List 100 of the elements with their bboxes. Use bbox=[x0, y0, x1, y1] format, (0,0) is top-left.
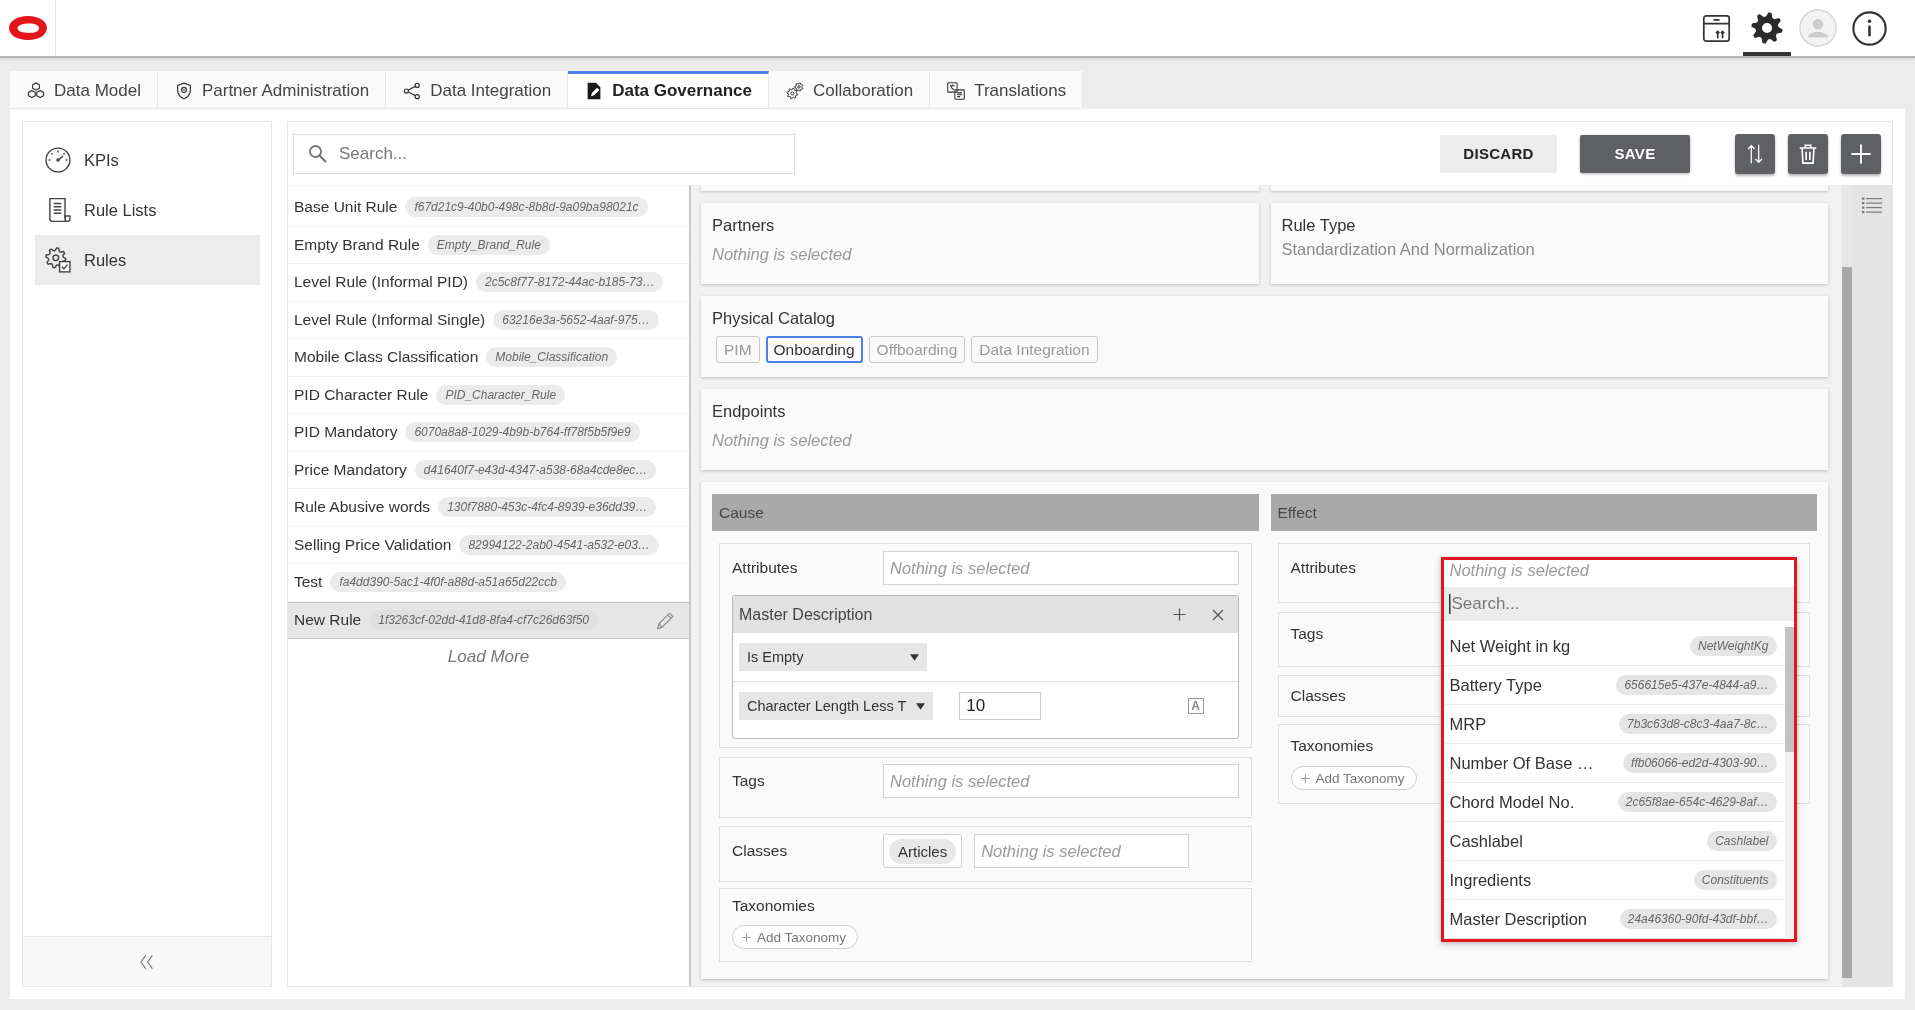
field-label: Attributes bbox=[732, 558, 799, 578]
tab[interactable]: Translations bbox=[930, 71, 1084, 109]
avatar-icon bbox=[1799, 9, 1837, 47]
rule-item[interactable]: Selling Price Validation 82994122-2ab0-4541-a532-e03… bbox=[288, 526, 689, 564]
id-tag: 130f7880-453c-4fc4-8939-e36dd39… bbox=[438, 497, 657, 518]
rule-item[interactable]: Base Unit Rule f67d21c9-40b0-498c-8b8d-9a09ba98021c bbox=[288, 189, 689, 227]
id-tag: Cashlabel bbox=[1707, 831, 1777, 851]
id-tag: 24a46360-90fd-43df-bbf… bbox=[1619, 909, 1777, 929]
list-icon[interactable] bbox=[1862, 197, 1882, 214]
app-logo bbox=[7, 15, 48, 41]
text-case-toggle[interactable]: A bbox=[1187, 698, 1204, 714]
id-tag: 6070a8a8-1029-4b9b-b764-ff78f5b5f9e9 bbox=[405, 422, 640, 443]
field-label: Taxonomies bbox=[732, 897, 815, 914]
field-label: Physical Catalog bbox=[712, 308, 835, 328]
id-tag: 656615e5-437e-4844-a9… bbox=[1616, 675, 1777, 695]
id-tag: PID_Character_Rule bbox=[436, 384, 566, 405]
plus-icon[interactable] bbox=[1172, 608, 1186, 621]
add-button[interactable] bbox=[1841, 133, 1881, 174]
double-chevron-icon bbox=[139, 952, 155, 971]
section-header: Effect bbox=[1270, 494, 1817, 531]
share-icon bbox=[403, 82, 422, 100]
field-label: Tags bbox=[1290, 625, 1324, 642]
section-header: Cause bbox=[712, 494, 1259, 531]
field-label: Tags bbox=[732, 771, 766, 791]
save-button[interactable]: SAVE bbox=[1580, 134, 1690, 173]
attribute-dropdown[interactable] bbox=[1440, 557, 1797, 942]
id-tag: 82994122-2ab0-4541-a532-e03… bbox=[459, 534, 659, 555]
rule-item[interactable]: PID Character Rule PID_Character_Rule bbox=[288, 376, 689, 414]
dropdown-option[interactable]: Net Weight in kg NetWeightKg bbox=[1443, 627, 1785, 666]
plus-icon bbox=[1850, 142, 1872, 165]
rule-item[interactable]: Rule Abusive words 130f7880-453c-4fc4-8939-e36dd39… bbox=[288, 489, 689, 527]
dropdown-option[interactable]: Cashlabel Cashlabel bbox=[1443, 822, 1785, 861]
tab[interactable]: Collaboration bbox=[769, 71, 931, 109]
field-label: Classes bbox=[1290, 687, 1346, 704]
id-tag: d41640f7-e43d-4347-a538-68a4cde8ec… bbox=[414, 459, 657, 480]
rule-item[interactable]: New Rule 1f3263cf-02dd-41d8-8fa4-cf7c26d63f50 bbox=[288, 601, 689, 639]
nav-item[interactable]: Rules bbox=[35, 235, 260, 285]
settings-icon bbox=[1751, 12, 1783, 44]
rule-item[interactable]: Test fa4dd390-5ac1-4f0f-a88d-a51a65d22ccb bbox=[288, 564, 689, 602]
field-label: Partners bbox=[712, 215, 775, 235]
gears-icon bbox=[786, 82, 804, 100]
plus-icon bbox=[742, 932, 751, 942]
value-input[interactable]: 10 bbox=[959, 692, 1042, 720]
scrollbar[interactable] bbox=[1784, 627, 1794, 939]
id-tag: 2c65f8ae-654c-4629-8af… bbox=[1617, 792, 1777, 812]
id-tag: Empty_Brand_Rule bbox=[427, 234, 550, 255]
translate-icon bbox=[947, 82, 966, 100]
delete-button[interactable] bbox=[1788, 133, 1828, 174]
id-tag: 7b3c63d8-c8c3-4aa7-8c… bbox=[1619, 714, 1777, 734]
field-label: Classes bbox=[732, 841, 789, 861]
load-more-link[interactable]: Load More bbox=[447, 647, 530, 667]
dropdown-option[interactable]: Number Of Base … ffb06066-ed2d-4303-90… bbox=[1443, 744, 1785, 783]
id-tag: 63216e3a-5652-4aaf-975… bbox=[493, 309, 659, 330]
id-tag: Constituents bbox=[1693, 870, 1777, 890]
id-tag: 2c5c8f77-8172-44ac-b185-73… bbox=[476, 272, 664, 293]
catalog-chip[interactable]: Onboarding bbox=[765, 336, 863, 363]
dropdown-option[interactable]: MRP 7b3c63d8-c8c3-4aa7-8c… bbox=[1443, 705, 1785, 744]
tab[interactable]: Data Model bbox=[10, 71, 158, 109]
rule-item[interactable]: Level Rule (Informal PID) 2c5c8f77-8172-44ac-b185-73… bbox=[288, 264, 689, 302]
search-icon bbox=[308, 144, 327, 163]
add-taxonomy-button[interactable]: Add Taxonomy bbox=[732, 925, 859, 949]
rule-item[interactable]: Mobile Class Classification Mobile_Classification bbox=[288, 339, 689, 377]
cubes-icon bbox=[27, 82, 45, 100]
scrollbar[interactable] bbox=[1842, 185, 1852, 986]
dropdown-option[interactable]: Chord Model No. 2c65f8ae-654c-4629-8af… bbox=[1443, 783, 1785, 822]
gear-icon bbox=[45, 247, 71, 273]
tab[interactable]: Data Governance bbox=[568, 71, 769, 109]
tab[interactable]: Partner Administration bbox=[157, 71, 387, 109]
rule-item[interactable]: PID Mandatory 6070a8a8-1029-4b9b-b764-ff78f5b5f9e9 bbox=[288, 414, 689, 452]
plus-icon bbox=[1300, 773, 1310, 783]
rule-item[interactable]: Empty Brand Rule Empty_Brand_Rule bbox=[288, 226, 689, 264]
dropdown-option[interactable]: Master Description 24a46360-90fd-43df-bbf… bbox=[1443, 900, 1785, 939]
id-tag: NetWeightKg bbox=[1690, 636, 1777, 656]
attribute-name: Master Description bbox=[739, 605, 873, 624]
dropdown-option[interactable]: Ingredients Constituents bbox=[1443, 861, 1785, 900]
discard-button[interactable]: DISCARD bbox=[1440, 134, 1557, 173]
rule-item[interactable]: Level Rule (Informal Single) 63216e3a-5652-4aaf-975… bbox=[288, 301, 689, 339]
operator-select[interactable]: Is Empty bbox=[739, 643, 927, 671]
nav-item[interactable]: KPIs bbox=[35, 135, 260, 185]
dropdown-option[interactable]: Battery Type 656615e5-437e-4844-a9… bbox=[1443, 666, 1785, 705]
caret-icon bbox=[910, 653, 919, 661]
pencil-icon[interactable] bbox=[656, 610, 675, 630]
add-taxonomy-button[interactable]: Add Taxonomy bbox=[1290, 766, 1417, 790]
id-tag: ffb06066-ed2d-4303-90… bbox=[1623, 753, 1777, 773]
gauge-icon bbox=[45, 147, 71, 173]
shield-icon bbox=[174, 82, 193, 100]
value-text: Standardization And Normalization bbox=[1281, 239, 1535, 259]
close-icon[interactable] bbox=[1211, 608, 1224, 621]
field-label: Taxonomies bbox=[1290, 737, 1374, 754]
operator-select[interactable]: Character Length Less T bbox=[739, 692, 934, 720]
field-label: Attributes bbox=[1290, 558, 1357, 578]
field-label: Rule Type bbox=[1281, 215, 1356, 235]
id-tag: fa4dd390-5ac1-4f0f-a88d-a51a65d22ccb bbox=[330, 572, 566, 593]
tab[interactable]: Data Integration bbox=[386, 71, 569, 109]
nav-item[interactable]: Rule Lists bbox=[35, 185, 260, 235]
package-icon bbox=[1701, 13, 1731, 43]
swap-button[interactable] bbox=[1735, 133, 1775, 174]
id-tag: 1f3263cf-02dd-41d8-8fa4-cf7c26d63f50 bbox=[369, 610, 599, 631]
class-chip[interactable]: Articles bbox=[883, 834, 963, 868]
rule-item[interactable]: Price Mandatory d41640f7-e43d-4347-a538-68a4cde8ec… bbox=[288, 451, 689, 489]
